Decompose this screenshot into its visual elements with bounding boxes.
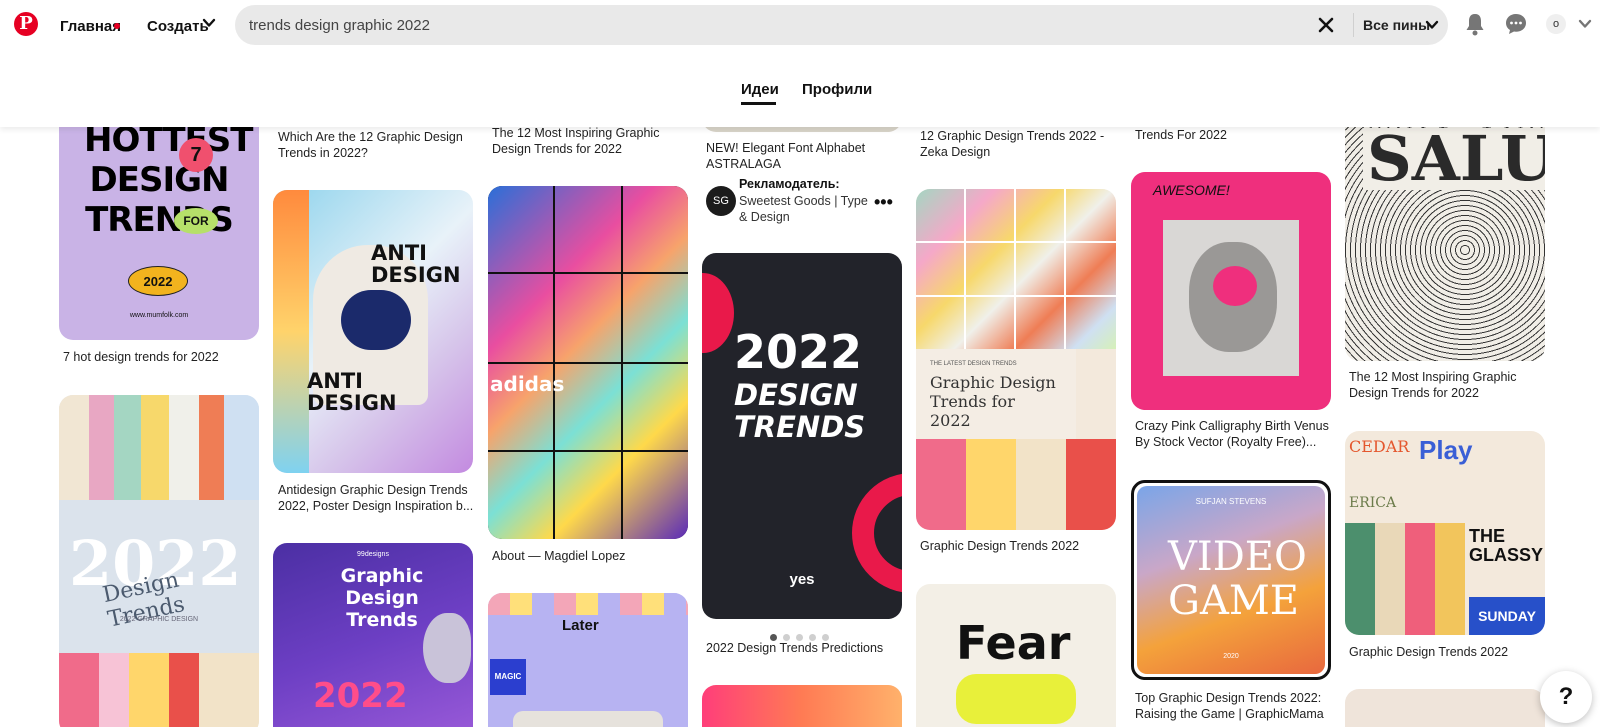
pin-art-title: Graphic Design Trends for 2022 bbox=[930, 373, 1056, 430]
pin-art-year: 2022 bbox=[313, 676, 408, 716]
pin-art-word: Fear bbox=[956, 616, 1071, 670]
pin-design-trends-2022[interactable]: 2022 Design Trends 2022 GRAPHIC DESIGN bbox=[59, 395, 259, 727]
pin-art-artist: SUFJAN STEVENS bbox=[1195, 497, 1267, 506]
pin-caption[interactable]: The 12 Most Inspiring Graphic Design Tre… bbox=[1349, 369, 1545, 401]
pin-art-word: SALUT bbox=[1363, 128, 1545, 190]
pin-art-year: 2022 bbox=[734, 325, 863, 379]
pin-art-year: 2020 bbox=[1223, 653, 1239, 660]
pin-caption[interactable]: The 12 Most Inspiring Graphic Design Tre… bbox=[492, 125, 688, 157]
pin-caption[interactable]: Trends For 2022 bbox=[1135, 127, 1331, 143]
pin-art-top: ANTI DESIGN bbox=[371, 241, 461, 287]
pin-art-sub: 2022 GRAPHIC DESIGN bbox=[119, 616, 199, 623]
pin-art-eyebrow: THE LATEST DESIGN TRENDS bbox=[930, 361, 1017, 367]
tab-profiles[interactable]: Профили bbox=[802, 81, 872, 98]
tab-ideas[interactable]: Идеи bbox=[741, 81, 779, 98]
pin-caption[interactable]: Graphic Design Trends 2022 bbox=[920, 538, 1116, 554]
pin-magdiel-lopez[interactable]: adidas bbox=[488, 186, 688, 539]
pin-hot-design-trends[interactable]: HOTTEST DESIGN TRENDS 7 FOR 2022 www.mum… bbox=[59, 110, 259, 340]
pin-art-word-1: CEDAR bbox=[1349, 437, 1410, 456]
pin-art-for: FOR bbox=[174, 208, 218, 234]
notification-dot bbox=[114, 23, 120, 29]
pin-art-year: 2022 bbox=[128, 266, 188, 296]
pin-zeka-bottom[interactable] bbox=[702, 685, 902, 727]
advertiser-name[interactable]: Sweetest Goods | Type & Design bbox=[739, 193, 879, 225]
nav-home[interactable]: Главная bbox=[60, 18, 121, 35]
pin-collage-bottom bbox=[916, 439, 1116, 530]
more-icon[interactable]: ••• bbox=[874, 192, 893, 213]
pin-art-stripe bbox=[273, 190, 309, 473]
pin-art-word-5: SUNDAY bbox=[1469, 597, 1545, 635]
top-header: P Главная Создать Все пины o bbox=[0, 0, 1600, 52]
search-tabs: Идеи Профили bbox=[0, 52, 1600, 127]
pin-salut[interactable]: SALUT bbox=[1345, 110, 1545, 361]
pin-art-shape bbox=[423, 613, 471, 683]
pin-collage-top bbox=[59, 395, 259, 500]
pin-collage-bottom bbox=[59, 653, 259, 727]
search-bar: Все пины bbox=[235, 5, 1448, 45]
pin-art-badge: 7 bbox=[179, 138, 213, 172]
pin-art-title: Graphic Design Trends bbox=[340, 565, 424, 631]
chevron-down-icon[interactable] bbox=[1425, 18, 1439, 32]
pin-crazy-pink[interactable]: AWESOME! bbox=[1131, 172, 1331, 410]
pin-art-circle bbox=[702, 273, 734, 353]
pin-caption[interactable]: Antidesign Graphic Design Trends 2022, P… bbox=[278, 482, 474, 514]
pin-video-game[interactable]: SUFJAN STEVENS VIDEO GAME 2020 bbox=[1131, 480, 1331, 680]
pin-art-visor bbox=[341, 290, 411, 350]
pin-art-brand: 99designs bbox=[357, 551, 389, 558]
pin-caption[interactable]: About — Magdiel Lopez bbox=[492, 548, 688, 564]
search-divider bbox=[1353, 13, 1354, 37]
pin-fear[interactable]: Fear bbox=[916, 584, 1116, 727]
pin-art-card bbox=[513, 711, 663, 727]
help-icon[interactable]: ? bbox=[1540, 671, 1592, 723]
pin-caption[interactable]: Graphic Design Trends 2022 bbox=[1349, 644, 1545, 660]
active-tab-indicator bbox=[741, 102, 776, 105]
pin-art-strip bbox=[488, 593, 688, 615]
pin-caption[interactable]: 7 hot design trends for 2022 bbox=[63, 349, 259, 365]
pin-graphic-design-trends[interactable]: THE LATEST DESIGN TRENDS Graphic Design … bbox=[916, 189, 1116, 530]
pin-art-scribble bbox=[1213, 266, 1257, 306]
pin-collage-top bbox=[916, 189, 1116, 349]
pin-graphic-design-trends-2[interactable]: CEDAR Play ERICA THE GLASSY SUNDAY bbox=[1345, 431, 1545, 635]
pin-art-splash bbox=[956, 674, 1076, 724]
message-icon[interactable] bbox=[1505, 13, 1527, 35]
pin-bottom-beige[interactable] bbox=[1345, 689, 1545, 727]
close-icon[interactable] bbox=[1317, 16, 1335, 34]
pin-antidesign[interactable]: ANTI DESIGN ANTI DESIGN bbox=[273, 190, 473, 473]
nav-create[interactable]: Создать bbox=[147, 18, 209, 35]
pin-99designs[interactable]: 99designs Graphic Design Trends 2022 bbox=[273, 543, 473, 727]
pin-art-line1: DESIGN bbox=[734, 378, 858, 412]
pin-art-word: adidas bbox=[490, 372, 565, 396]
pin-art-brand: yes bbox=[789, 571, 815, 588]
pin-art-title: VIDEO GAME bbox=[1168, 534, 1307, 624]
pin-caption[interactable]: Top Graphic Design Trends 2022: Raising … bbox=[1135, 690, 1331, 722]
search-input[interactable] bbox=[249, 15, 1249, 35]
pin-art-word-3: ERICA bbox=[1349, 495, 1397, 511]
pin-caption[interactable]: NEW! Elegant Font Alphabet ASTRALAGA bbox=[706, 140, 902, 172]
pinterest-logo-icon[interactable]: P bbox=[14, 12, 38, 36]
pin-art-mosaic bbox=[488, 186, 688, 539]
avatar[interactable]: o bbox=[1546, 14, 1566, 34]
pin-art-word: AWESOME! bbox=[1153, 182, 1230, 198]
pin-caption[interactable]: Crazy Pink Calligraphy Birth Venus By St… bbox=[1135, 418, 1331, 450]
pin-art-word: Later bbox=[562, 617, 599, 634]
chevron-down-icon[interactable] bbox=[202, 16, 216, 30]
pin-art-tag: MAGIC bbox=[490, 659, 526, 695]
advertiser-label: Рекламодатель: bbox=[739, 177, 840, 191]
pin-art-url: www.mumfolk.com bbox=[129, 312, 189, 319]
pin-filter-dropdown[interactable]: Все пины bbox=[1363, 17, 1430, 33]
pin-design-trends-predictions[interactable]: 2022 DESIGN TRENDS yes bbox=[702, 253, 902, 619]
pin-art-bottom: ANTI DESIGN bbox=[307, 369, 397, 415]
bell-icon[interactable] bbox=[1464, 12, 1486, 36]
advertiser-avatar[interactable]: SG bbox=[706, 186, 736, 216]
pin-caption[interactable]: 2022 Design Trends Predictions bbox=[706, 640, 902, 656]
pin-art-word-2: Play bbox=[1419, 435, 1473, 465]
pin-art-line2: TRENDS bbox=[734, 410, 866, 444]
pin-art-panel-mid bbox=[1345, 523, 1465, 635]
chevron-down-icon[interactable] bbox=[1578, 17, 1592, 31]
pin-later[interactable]: Later MAGIC bbox=[488, 593, 688, 727]
pin-caption[interactable]: 12 Graphic Design Trends 2022 - Zeka Des… bbox=[920, 128, 1116, 160]
pin-caption[interactable]: Which Are the 12 Graphic Design Trends i… bbox=[278, 129, 474, 161]
pin-art-word-4: THE GLASSY bbox=[1469, 526, 1544, 565]
